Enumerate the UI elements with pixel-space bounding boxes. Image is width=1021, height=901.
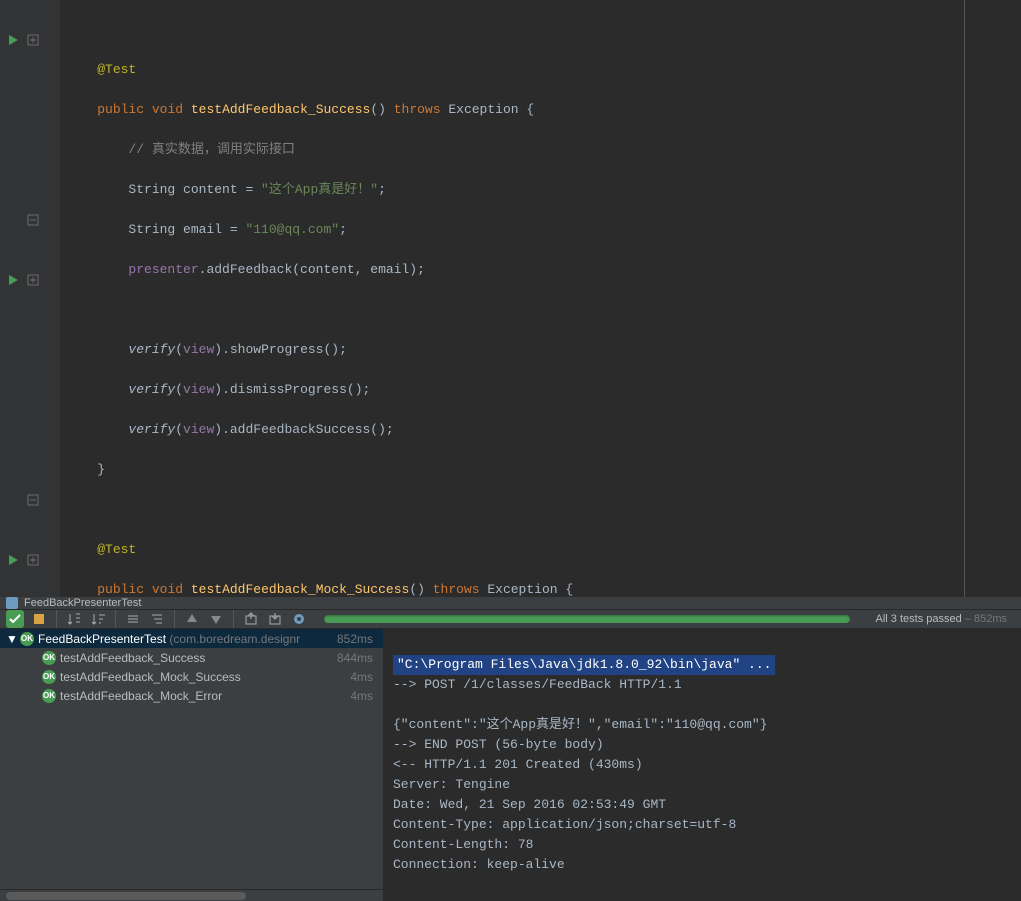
run-test-icon[interactable] bbox=[6, 273, 20, 287]
fold-icon[interactable] bbox=[26, 273, 40, 287]
test-tree-item[interactable]: OK testAddFeedback_Mock_Success 4ms bbox=[0, 667, 383, 686]
fold-icon[interactable] bbox=[26, 493, 40, 507]
show-passed-toggle[interactable] bbox=[6, 610, 24, 628]
test-toolbar: All 3 tests passed – 852ms bbox=[0, 610, 1021, 629]
import-results-icon[interactable] bbox=[266, 610, 284, 628]
code-content[interactable]: @Test public void testAddFeedback_Succes… bbox=[60, 0, 964, 597]
run-tab-icon bbox=[6, 597, 18, 609]
editor-gutter bbox=[0, 0, 60, 597]
expand-all-icon[interactable] bbox=[148, 610, 166, 628]
test-tree-root[interactable]: ▼ OK FeedBackPresenterTest (com.boredrea… bbox=[0, 629, 383, 648]
run-tab-title: FeedBackPresenterTest bbox=[24, 597, 141, 609]
fold-icon[interactable] bbox=[26, 553, 40, 567]
fold-icon[interactable] bbox=[26, 213, 40, 227]
pass-badge-icon: OK bbox=[20, 632, 34, 646]
pass-badge-icon: OK bbox=[42, 651, 56, 665]
test-tree[interactable]: ▼ OK FeedBackPresenterTest (com.boredrea… bbox=[0, 629, 383, 901]
pass-badge-icon: OK bbox=[42, 670, 56, 684]
show-ignored-toggle[interactable] bbox=[30, 610, 48, 628]
next-fail-icon[interactable] bbox=[207, 610, 225, 628]
right-margin bbox=[964, 0, 1021, 597]
console-output[interactable]: "C:\Program Files\Java\jdk1.8.0_92\bin\j… bbox=[383, 629, 1021, 901]
sort-duration-icon[interactable] bbox=[89, 610, 107, 628]
export-results-icon[interactable] bbox=[242, 610, 260, 628]
test-status-text: All 3 tests passed – 852ms bbox=[876, 613, 1007, 625]
prev-fail-icon[interactable] bbox=[183, 610, 201, 628]
run-tab-header[interactable]: FeedBackPresenterTest bbox=[0, 597, 1021, 610]
test-tree-item[interactable]: OK testAddFeedback_Mock_Error 4ms bbox=[0, 686, 383, 705]
test-progress-bar bbox=[324, 615, 850, 623]
code-editor[interactable]: @Test public void testAddFeedback_Succes… bbox=[0, 0, 1021, 597]
collapse-all-icon[interactable] bbox=[124, 610, 142, 628]
settings-icon[interactable] bbox=[290, 610, 308, 628]
sort-alpha-icon[interactable] bbox=[65, 610, 83, 628]
run-test-icon[interactable] bbox=[6, 553, 20, 567]
test-tree-item[interactable]: OK testAddFeedback_Success 844ms bbox=[0, 648, 383, 667]
tree-scrollbar[interactable] bbox=[0, 889, 383, 901]
run-test-icon[interactable] bbox=[6, 33, 20, 47]
expand-icon[interactable]: ▼ bbox=[6, 632, 16, 646]
fold-icon[interactable] bbox=[26, 33, 40, 47]
pass-badge-icon: OK bbox=[42, 689, 56, 703]
